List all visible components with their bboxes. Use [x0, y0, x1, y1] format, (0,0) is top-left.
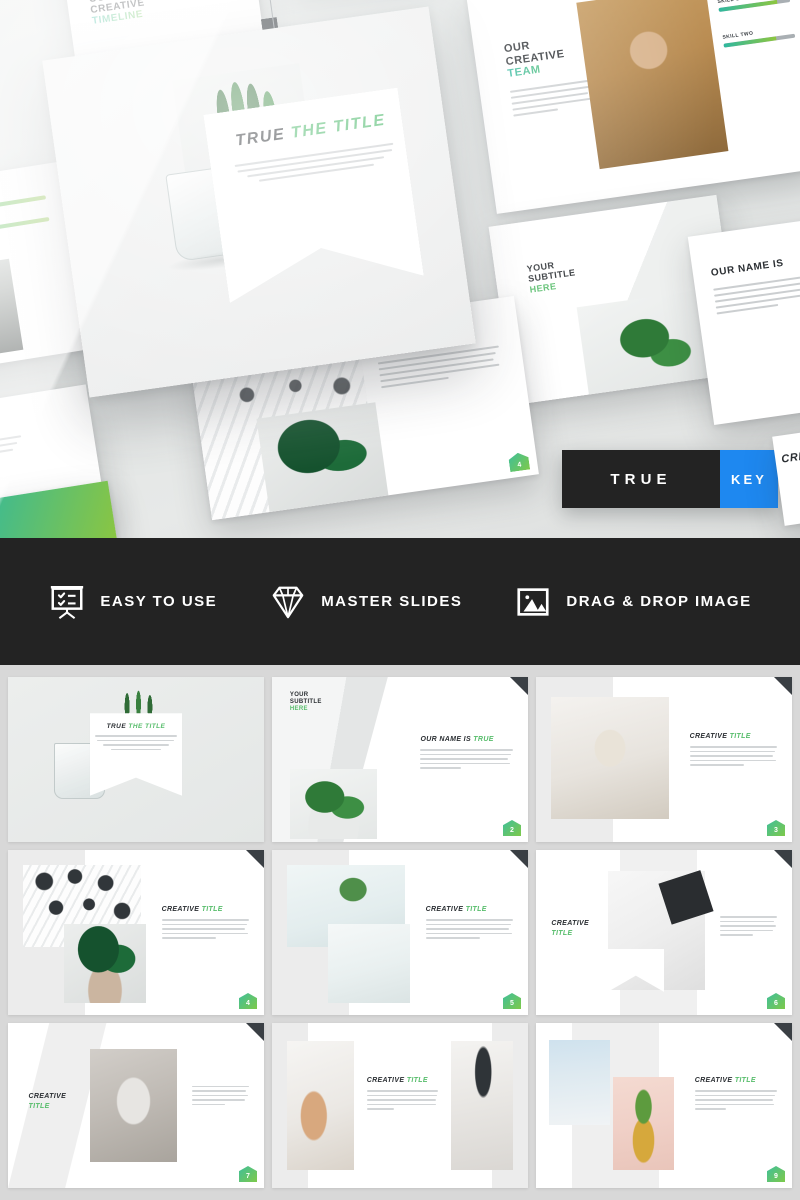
slide-thumbnail-4[interactable]: CREATIVE TITLE 4	[8, 850, 264, 1015]
hero-slide-team: OUR CREATIVE TEAM SKILL ONE SKILL TWO	[466, 0, 800, 214]
thumb9-badge: 9	[767, 1166, 785, 1182]
slide-thumbnail-3[interactable]: CREATIVE TITLE 3	[536, 677, 792, 842]
thumb8-photo-cup	[451, 1041, 513, 1170]
feature-drag-drop-image-label: DRAG & DROP IMAGE	[566, 593, 752, 610]
thumb2-subtitle-3: HERE	[289, 706, 308, 713]
thumb3-badge: 3	[767, 820, 785, 836]
hero-photo-monstera	[256, 402, 389, 514]
thumb9-photo-building	[548, 1039, 611, 1126]
thumb5-corner-fold	[510, 850, 528, 868]
thumb2-photo-plant	[289, 769, 377, 839]
feature-master-slides: MASTER SLIDES	[243, 583, 488, 621]
thumb2-badge: 2	[503, 820, 521, 836]
feature-easy-to-use: EASY TO USE	[22, 583, 243, 621]
thumb8-photo-keyboard	[287, 1041, 354, 1170]
brand-logo-true: TRUE	[562, 450, 720, 508]
slide-thumbnail-6[interactable]: CREATIVE TITLE 6	[536, 850, 792, 1015]
hero-slide-our-name: OUR NAME IS	[687, 209, 800, 425]
feature-band: EASY TO USE MASTER SLIDES DRAG & DROP IM…	[0, 538, 800, 665]
diamond-icon	[272, 586, 304, 618]
hero-team-skill-two: SKILL TWO	[722, 25, 796, 48]
thumb1-title-dark: TRUE	[106, 723, 127, 731]
feature-drag-drop-image: DRAG & DROP IMAGE	[488, 583, 777, 621]
thumb7-photo-book	[89, 1049, 177, 1162]
slide-thumbnail-1[interactable]: TRUE THE TITLE	[8, 677, 264, 842]
thumb5-photo-desk	[328, 924, 411, 1004]
thumb4-corner-fold	[246, 850, 264, 868]
thumb4-badge: 4	[239, 993, 257, 1009]
thumb2-subtitle-2: SUBTITLE	[289, 699, 322, 706]
thumb4-photo-monstera	[64, 924, 147, 1004]
thumb5-badge: 5	[503, 993, 521, 1009]
thumb6-corner-fold	[774, 850, 792, 868]
thumb7-badge: 7	[239, 1166, 257, 1182]
thumb6-title-green: TITLE	[551, 929, 573, 937]
thumb9-photo-pineapple	[612, 1077, 675, 1170]
thumb2-subtitle-1: YOUR	[289, 691, 309, 698]
image-frame-icon	[517, 587, 549, 616]
thumb2-title-dark: OUR NAME IS	[420, 736, 471, 744]
template-preview-page: SKILL ONE SKILL TWO CREATIVE TITLE	[0, 0, 800, 1200]
thumb6-title-dark: CREATIVE	[551, 920, 590, 928]
hero-mockup-collage: SKILL ONE SKILL TWO CREATIVE TITLE	[0, 0, 800, 538]
thumb8-title-dark: CREATIVE	[366, 1077, 405, 1085]
thumb7-title-dark: CREATIVE	[28, 1093, 67, 1101]
slide-thumbnail-5[interactable]: CREATIVE TITLE 5	[272, 850, 528, 1015]
thumb5-title-dark: CREATIVE	[425, 906, 464, 914]
feature-master-slides-label: MASTER SLIDES	[321, 593, 463, 610]
thumb7-title-green: TITLE	[28, 1102, 50, 1110]
thumb9-title-green: TITLE	[734, 1077, 756, 1085]
brand-logo-lockup: TRUE KEY	[562, 450, 778, 508]
thumb8-title-green: TITLE	[406, 1077, 428, 1085]
slide-thumbnail-7[interactable]: CREATIVE TITLE 7	[8, 1023, 264, 1188]
presentation-board-icon	[51, 585, 84, 619]
hero-name-dark: OUR NAME IS	[710, 257, 785, 279]
brand-logo-key: KEY	[720, 450, 778, 508]
slide-thumbnail-2[interactable]: YOUR SUBTITLE HERE OUR NAME IS TRUE 2	[272, 677, 528, 842]
thumb4-title-green: TITLE	[201, 906, 223, 914]
thumb9-title-dark: CREATIVE	[694, 1077, 733, 1085]
thumb2-title-green: TRUE	[473, 736, 494, 744]
hero-slide-badge: 4	[508, 452, 530, 473]
feature-easy-to-use-label: EASY TO USE	[100, 593, 218, 610]
slide-thumbnail-9[interactable]: CREATIVE TITLE 9	[536, 1023, 792, 1188]
slide-thumbnail-8[interactable]: CREATIVE TITLE	[272, 1023, 528, 1188]
hero-photo-woman	[0, 258, 24, 365]
thumb1-title-green: THE TITLE	[128, 723, 166, 731]
thumb3-title-dark: CREATIVE	[689, 733, 728, 741]
thumb3-photo-jar	[551, 696, 670, 819]
thumb4-title-dark: CREATIVE	[161, 906, 200, 914]
thumb5-title-green: TITLE	[465, 906, 487, 914]
hero-team-skill-one: SKILL ONE	[717, 0, 791, 13]
thumb7-corner-fold	[246, 1023, 264, 1041]
thumb6-badge: 6	[767, 993, 785, 1009]
hero-main-ribbon-card	[203, 88, 424, 303]
hero-slide-main: TRUE THE TITLE	[42, 6, 476, 398]
thumb3-title-green: TITLE	[729, 733, 751, 741]
hero-photo-team-member	[576, 0, 729, 170]
thumb2-corner-fold	[510, 677, 528, 695]
thumb9-corner-fold	[774, 1023, 792, 1041]
thumb3-corner-fold	[774, 677, 792, 695]
slide-thumbnail-grid: TRUE THE TITLE YOUR SUBTITLE HERE OUR NA	[0, 665, 800, 1200]
